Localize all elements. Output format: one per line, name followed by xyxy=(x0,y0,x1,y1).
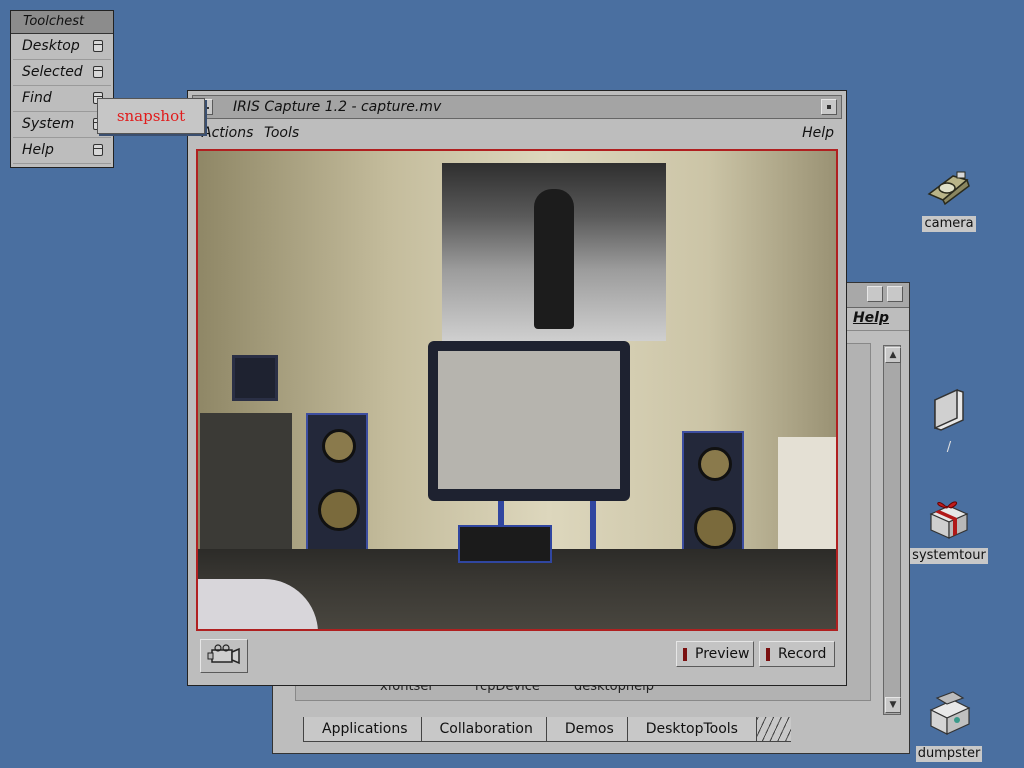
menu-help[interactable]: Help xyxy=(802,121,834,145)
menu-tools[interactable]: Tools xyxy=(264,121,299,145)
tab-desktoptools[interactable]: DesktopTools xyxy=(626,717,757,742)
desktop-icon-label: systemtour xyxy=(910,548,988,564)
toolchest-item-label: Find xyxy=(22,90,52,106)
stereo-unit xyxy=(458,525,552,563)
menubar: Actions Tools Help xyxy=(192,121,842,145)
gift-box-icon xyxy=(929,501,969,539)
toolchest-item-selected[interactable]: Selected xyxy=(13,60,111,86)
iris-capture-window[interactable]: IRIS Capture 1.2 - capture.mv Actions To… xyxy=(187,90,847,686)
poster-figure xyxy=(534,189,574,329)
small-monitor xyxy=(232,355,278,401)
tab-applications[interactable]: Applications xyxy=(303,717,427,742)
window-titlebar[interactable]: IRIS Capture 1.2 - capture.mv xyxy=(192,95,842,119)
scroll-up-arrow-icon[interactable]: ▲ xyxy=(885,347,901,363)
left-speaker xyxy=(306,413,368,555)
toolchest-item-desktop[interactable]: Desktop xyxy=(13,34,111,60)
toolchest-item-help[interactable]: Help xyxy=(13,138,111,164)
tab-collaboration[interactable]: Collaboration xyxy=(420,717,552,742)
desktop-icon-label: camera xyxy=(922,216,976,232)
submenu-drawer-icon xyxy=(93,66,103,78)
minimize-button[interactable] xyxy=(867,286,883,302)
preview-button[interactable]: Preview xyxy=(676,641,754,667)
tab-demos[interactable]: Demos xyxy=(545,717,633,742)
record-button[interactable]: Record xyxy=(759,641,835,667)
video-preview xyxy=(196,149,838,631)
submenu-drawer-icon xyxy=(93,144,103,156)
screen-frame xyxy=(428,341,630,501)
dumpster-icon xyxy=(929,691,971,735)
record-label: Record xyxy=(778,646,827,662)
toolchest[interactable]: Toolchest Desktop Selected Find System H… xyxy=(10,10,114,168)
menu-help[interactable]: Help xyxy=(853,310,889,326)
toolchest-item-label: Help xyxy=(22,142,54,158)
desktop-icon-root[interactable]: / xyxy=(909,386,989,456)
preview-label: Preview xyxy=(695,646,750,662)
folder-icon xyxy=(934,388,964,431)
desktop-icon-label: dumpster xyxy=(915,746,983,762)
toolchest-title[interactable]: Toolchest xyxy=(11,11,113,34)
menu-actions[interactable]: Actions xyxy=(202,121,253,145)
snapshot-menu-item[interactable]: snapshot xyxy=(97,98,205,134)
catalog-tabs: Applications Collaboration Demos Desktop… xyxy=(303,717,791,743)
desktop-icon-camera[interactable]: camera xyxy=(909,164,989,232)
vertical-scrollbar[interactable]: ▲ ▼ xyxy=(883,345,901,715)
desktop-icon-systemtour[interactable]: systemtour xyxy=(909,496,989,564)
tab-overflow-stripes xyxy=(750,717,791,742)
toolchest-item-label: Desktop xyxy=(22,38,80,54)
video-camera-icon xyxy=(207,644,240,665)
scroll-down-arrow-icon[interactable]: ▼ xyxy=(885,697,901,713)
desktop-icon-label: / xyxy=(946,440,952,455)
preview-indicator xyxy=(683,648,687,661)
window-title: IRIS Capture 1.2 - capture.mv xyxy=(233,99,442,115)
minimize-button[interactable] xyxy=(821,99,837,115)
toolchest-item-label: System xyxy=(22,116,75,132)
snapshot-camera-button[interactable] xyxy=(200,639,248,673)
desktop-icon-dumpster[interactable]: dumpster xyxy=(909,690,989,762)
record-indicator xyxy=(766,648,770,661)
toolchest-item-label: Selected xyxy=(22,64,83,80)
maximize-button[interactable] xyxy=(887,286,903,302)
submenu-drawer-icon xyxy=(93,40,103,52)
camera-icon xyxy=(927,171,970,206)
